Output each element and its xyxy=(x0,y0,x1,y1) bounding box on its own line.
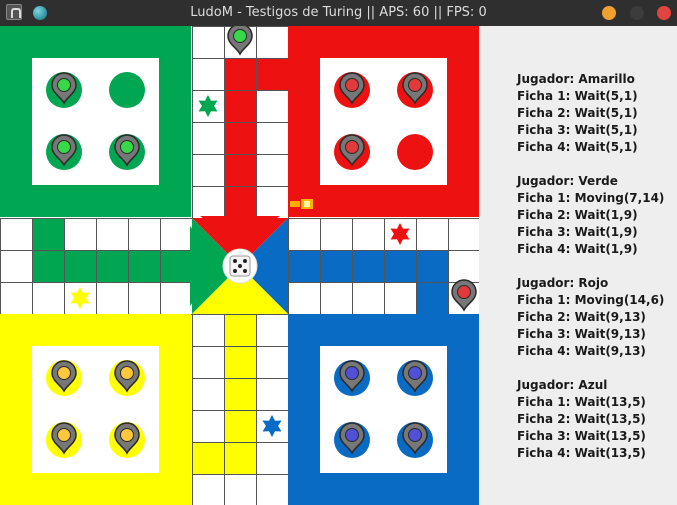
player-header: Jugador: Verde xyxy=(517,174,618,188)
piece-status: Ficha 2: Wait(1,9) xyxy=(517,208,638,222)
path-cell xyxy=(320,250,352,282)
window-title: LudoM - Testigos de Turing || APS: 60 ||… xyxy=(190,5,487,20)
path-cell xyxy=(224,186,256,218)
path-cell xyxy=(32,250,64,282)
path-cell xyxy=(288,250,320,282)
player-header: Jugador: Amarillo xyxy=(517,72,635,86)
piece-status: Ficha 3: Wait(1,9) xyxy=(517,225,638,239)
home-slot xyxy=(109,72,145,108)
player-status-blue: Jugador: Azul Ficha 1: Wait(13,5) Ficha … xyxy=(517,377,646,462)
path-cell xyxy=(224,122,256,154)
dice-pip xyxy=(233,269,237,273)
path-cell xyxy=(224,378,256,410)
home-inner-square xyxy=(32,58,159,185)
piece-status: Ficha 4: Wait(9,13) xyxy=(517,344,646,358)
piece-status: Ficha 3: Wait(5,1) xyxy=(517,123,638,137)
close-button[interactable] xyxy=(657,6,671,20)
pin-head xyxy=(120,140,134,154)
piece-status: Ficha 1: Wait(13,5) xyxy=(517,395,646,409)
pin-head xyxy=(345,140,359,154)
path-cell xyxy=(352,250,384,282)
home-slot xyxy=(397,134,433,170)
ludo-board-area xyxy=(0,26,479,505)
pin-head xyxy=(408,366,422,380)
ludo-board xyxy=(0,26,479,505)
path-cell xyxy=(384,250,416,282)
piece-status: Ficha 3: Wait(13,5) xyxy=(517,429,646,443)
path-cell xyxy=(224,154,256,186)
piece-status: Ficha 4: Wait(1,9) xyxy=(517,242,638,256)
path-cell xyxy=(192,442,224,474)
pin-head xyxy=(120,428,134,442)
piece-status: Ficha 2: Wait(13,5) xyxy=(517,412,646,426)
pin-head xyxy=(408,78,422,92)
home-inner-square xyxy=(320,346,447,473)
pin-head xyxy=(57,78,71,92)
piece-status: Ficha 4: Wait(5,1) xyxy=(517,140,638,154)
player-status-red: Jugador: Rojo Ficha 1: Moving(14,6) Fich… xyxy=(517,275,664,360)
path-cell xyxy=(256,58,288,90)
pin-head xyxy=(57,140,71,154)
path-cell xyxy=(32,218,64,250)
piece-status: Ficha 4: Wait(13,5) xyxy=(517,446,646,460)
player-header: Jugador: Azul xyxy=(517,378,608,392)
pin-head xyxy=(345,78,359,92)
path-cell xyxy=(64,250,96,282)
dice-icon xyxy=(222,248,258,284)
pin-head xyxy=(345,428,359,442)
path-cell xyxy=(416,282,448,314)
path-cell xyxy=(224,314,256,346)
pin-head xyxy=(345,366,359,380)
path-cell xyxy=(224,410,256,442)
piece-status: Ficha 1: Moving(7,14) xyxy=(517,191,665,205)
window-titlebar: LudoM - Testigos de Turing || APS: 60 ||… xyxy=(0,0,677,26)
pin-head xyxy=(120,366,134,380)
spark-tail xyxy=(290,201,300,207)
path-cell xyxy=(96,250,128,282)
player-header: Jugador: Rojo xyxy=(517,276,609,290)
path-cell xyxy=(224,58,256,90)
piece-status: Ficha 2: Wait(5,1) xyxy=(517,106,638,120)
dice-pip xyxy=(238,264,242,268)
maximize-button[interactable] xyxy=(630,6,644,20)
status-panel: Jugador: Amarillo Ficha 1: Wait(5,1) Fic… xyxy=(479,26,677,505)
dice-pip xyxy=(233,259,237,263)
player-status-yellow: Jugador: Amarillo Ficha 1: Wait(5,1) Fic… xyxy=(517,71,638,156)
pin-head xyxy=(57,428,71,442)
home-inner-square xyxy=(320,58,447,185)
player-status-green: Jugador: Verde Ficha 1: Moving(7,14) Fic… xyxy=(517,173,664,258)
pin-head xyxy=(233,29,247,43)
pin-head xyxy=(408,428,422,442)
path-cell xyxy=(224,346,256,378)
dice-pip xyxy=(243,259,247,263)
path-cell xyxy=(160,250,192,282)
piece-status: Ficha 1: Moving(14,6) xyxy=(517,293,665,307)
path-cell xyxy=(416,250,448,282)
path-cell xyxy=(224,442,256,474)
home-inner-square xyxy=(32,346,159,473)
piece-status: Ficha 3: Wait(9,13) xyxy=(517,327,646,341)
pin-head xyxy=(57,366,71,380)
spark-core xyxy=(304,201,310,207)
dice-pip xyxy=(243,269,247,273)
piece-status: Ficha 2: Wait(9,13) xyxy=(517,310,646,324)
path-cell xyxy=(224,90,256,122)
piece-status: Ficha 1: Wait(5,1) xyxy=(517,89,638,103)
path-cell xyxy=(128,250,160,282)
pin-head xyxy=(457,285,471,299)
minimize-button[interactable] xyxy=(602,6,616,20)
